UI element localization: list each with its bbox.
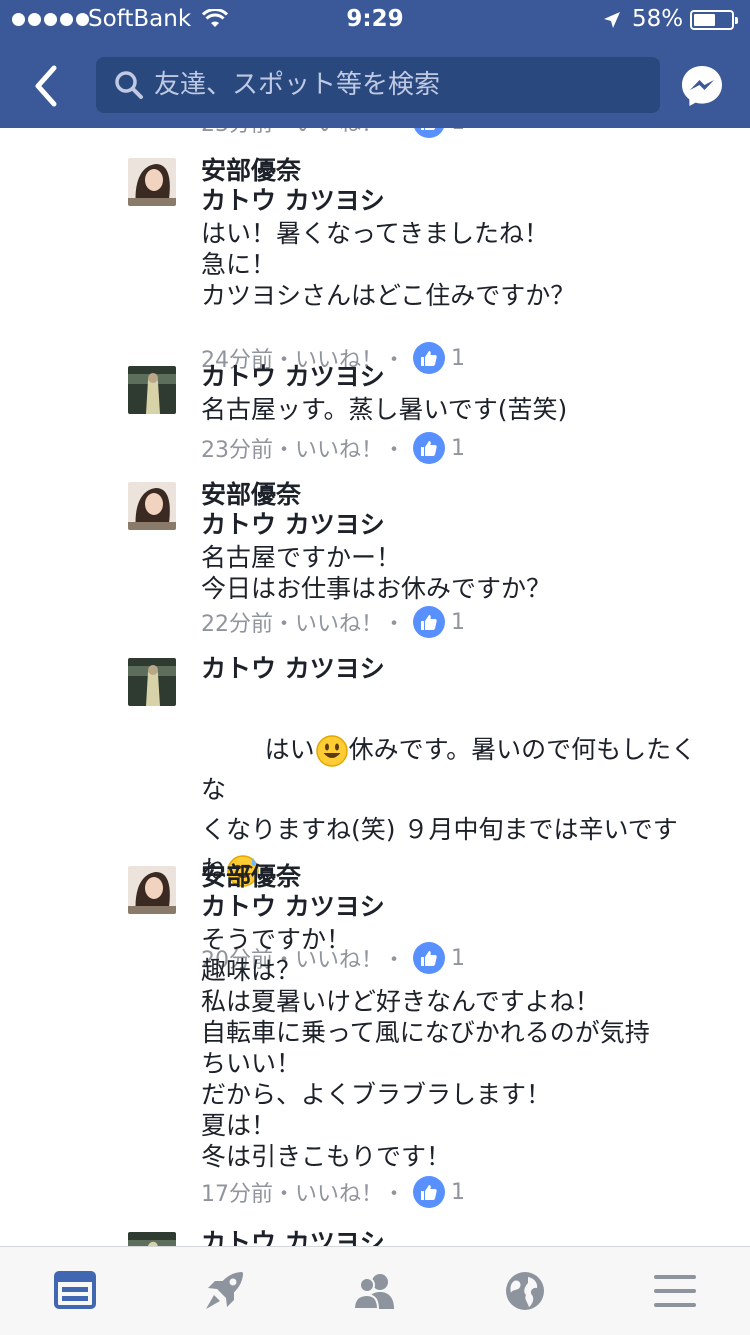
globe-tab-icon[interactable] <box>502 1269 548 1313</box>
like-link[interactable]: ・いいね！・ <box>273 1176 405 1208</box>
like-link[interactable]: ・いいね！・ <box>273 606 405 638</box>
avatar-yuna[interactable] <box>128 866 176 914</box>
comment-text-part: はい <box>264 735 315 764</box>
search-input[interactable] <box>154 57 634 113</box>
friends-tab-icon[interactable] <box>352 1269 398 1313</box>
comment-meta-text: 23分前・いいね！・ <box>201 128 405 138</box>
comment-time[interactable]: 22分前 <box>201 606 273 638</box>
comment-time[interactable]: 23分前 <box>201 432 273 464</box>
avatar-yuna[interactable] <box>128 482 176 530</box>
tab-bar <box>0 1246 750 1335</box>
rocket-tab-icon[interactable] <box>202 1269 248 1313</box>
status-bar: SoftBank 9:29 58% <box>0 0 750 40</box>
like-count[interactable]: 1 <box>451 1180 465 1205</box>
like-badge-icon <box>413 128 445 138</box>
news-feed-tab-icon[interactable] <box>52 1269 98 1313</box>
comment-text: そうですか！ 趣味は？ 私は夏暑いけど好きなんですよね！ 自転車に乗って風になび… <box>201 925 650 1171</box>
comment-meta: 17分前 ・いいね！・ 1 <box>201 1176 465 1208</box>
top-bar: SoftBank 9:29 58% <box>0 0 750 128</box>
back-chevron-icon[interactable] <box>28 62 68 110</box>
comment-meta: 23分前 ・いいね！・ 1 <box>201 432 465 464</box>
comment-author[interactable]: カトウ カツヨシ <box>201 654 721 684</box>
comment-meta: 22分前 ・いいね！・ 1 <box>201 606 465 638</box>
menu-tab-icon[interactable] <box>652 1269 698 1313</box>
location-arrow-icon <box>604 12 620 28</box>
comment-thread: 23分前・いいね！・ 1 安部優奈 カトウ カツヨシ はい！暑くなってきましたね… <box>0 128 750 1246</box>
battery-icon <box>690 10 738 30</box>
messenger-icon[interactable] <box>680 64 724 108</box>
comment-meta: 23分前・いいね！・ 1 <box>201 128 465 138</box>
mentioned-user[interactable]: カトウ カツヨシ <box>201 186 721 216</box>
comment-author[interactable]: カトウ カツヨシ <box>201 1228 721 1246</box>
mentioned-user[interactable]: カトウ カツヨシ <box>201 892 721 922</box>
like-count: 1 <box>451 128 465 135</box>
like-count[interactable]: 1 <box>451 610 465 635</box>
mentioned-user[interactable]: カトウ カツヨシ <box>201 510 721 540</box>
comment-text: はい！暑くなってきましたね！ 急に！ カツヨシさんはどこ住みですか？ <box>201 219 576 310</box>
like-link[interactable]: ・いいね！・ <box>273 432 405 464</box>
like-badge-icon <box>413 432 446 464</box>
search-icon <box>115 71 143 99</box>
comment-author[interactable]: 安部優奈 <box>201 862 721 892</box>
comment-author[interactable]: 安部優奈 <box>201 156 721 186</box>
comment-text-part: くなりますね(笑) ９月中旬までは辛いです <box>201 815 678 844</box>
avatar-yuna[interactable] <box>128 158 176 206</box>
avatar-katsuyoshi[interactable] <box>128 1232 176 1246</box>
comment-author[interactable]: カトウ カツヨシ <box>201 362 721 392</box>
smiley-emoji-icon <box>315 735 348 767</box>
search-box[interactable] <box>96 57 660 113</box>
like-count[interactable]: 1 <box>451 436 465 461</box>
comment-text: 名古屋ッす。蒸し暑いです(苦笑) <box>201 395 568 424</box>
like-badge-icon <box>413 606 446 638</box>
comment-author[interactable]: 安部優奈 <box>201 480 721 510</box>
like-badge-icon <box>413 1176 446 1208</box>
comment-text: 名古屋ですかー！ 今日はお仕事はお休みですか？ <box>201 543 552 603</box>
avatar-katsuyoshi[interactable] <box>128 658 176 706</box>
comment-time[interactable]: 17分前 <box>201 1176 273 1208</box>
battery-percent: 58% <box>632 6 684 32</box>
avatar-katsuyoshi[interactable] <box>128 366 176 414</box>
